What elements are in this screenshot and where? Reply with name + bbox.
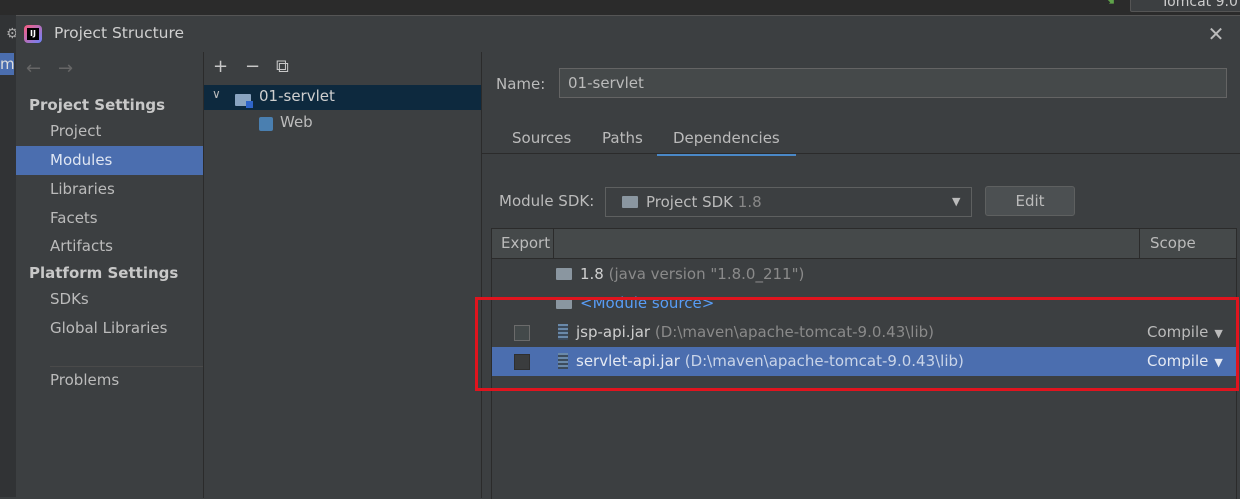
tree-node-web-facet[interactable]: Web — [204, 111, 481, 136]
project-structure-dialog: IJ Project Structure ✕ ← → Project Setti… — [16, 15, 1240, 499]
module-name-field[interactable]: 01-servlet — [559, 68, 1227, 98]
nav-item-modules[interactable]: Modules — [16, 146, 203, 175]
dropdown-caret-icon: ▼ — [1214, 327, 1223, 340]
module-sdk-label: Module SDK: — [499, 192, 595, 210]
nav-item-sdks[interactable]: SDKs — [16, 285, 203, 314]
dependencies-table: Export Scope 1.8 (java version "1.8.0_21… — [491, 228, 1237, 499]
dependency-name: 1.8 — [580, 265, 604, 283]
settings-nav: ← → Project Settings Project Modules Lib… — [16, 52, 204, 498]
copy-icon[interactable]: ⧉ — [276, 56, 289, 77]
module-folder-icon — [235, 94, 253, 108]
dependency-name: servlet-api.jar — [576, 352, 680, 370]
back-arrow-icon[interactable]: ← — [26, 58, 41, 79]
remove-icon[interactable]: − — [245, 56, 260, 77]
module-sdk-select[interactable]: Project SDK 1.8 ▼ — [605, 187, 972, 217]
table-row-selected[interactable]: servlet-api.jar (D:\maven\apache-tomcat-… — [492, 347, 1236, 376]
nav-item-problems[interactable]: Problems — [16, 366, 203, 395]
nav-section-platform-settings: Platform Settings — [29, 264, 179, 282]
name-label: Name: — [496, 75, 546, 93]
module-details-panel: Name: 01-servlet Sources Paths Dependenc… — [482, 52, 1240, 499]
run-config-selector[interactable]: Tomcat 9.0 — [1130, 0, 1240, 12]
source-folder-icon — [556, 297, 572, 309]
dependency-detail: (java version "1.8.0_211") — [603, 265, 805, 283]
column-header-export[interactable]: Export — [501, 229, 550, 258]
tab-sources[interactable]: Sources — [496, 123, 587, 153]
module-tree-panel: + − ⧉ ∨ 01-servlet Web — [204, 52, 482, 498]
jdk-folder-icon — [556, 268, 572, 280]
sdk-version: 1.8 — [737, 193, 762, 211]
close-icon[interactable]: ✕ — [1204, 22, 1228, 46]
table-row[interactable]: jsp-api.jar (D:\maven\apache-tomcat-9.0.… — [492, 318, 1236, 347]
edit-sdk-button[interactable]: Edit — [985, 186, 1075, 216]
dependency-name: jsp-api.jar — [576, 323, 651, 341]
intellij-logo-icon: IJ — [24, 25, 42, 43]
web-facet-icon — [259, 117, 273, 131]
nav-item-global-libraries[interactable]: Global Libraries — [16, 314, 203, 343]
tree-node-module[interactable]: ∨ 01-servlet — [204, 85, 481, 110]
tab-divider — [482, 153, 1240, 154]
table-row[interactable]: <Module source> — [492, 289, 1236, 318]
nav-section-project-settings: Project Settings — [29, 96, 166, 114]
tab-dependencies[interactable]: Dependencies — [657, 123, 796, 156]
module-source-link: <Module source> — [580, 294, 715, 312]
nav-item-artifacts[interactable]: Artifacts — [16, 232, 203, 261]
scope-select[interactable]: Compile ▼ — [1147, 347, 1223, 377]
jar-icon — [558, 353, 568, 369]
dialog-title-bar: IJ Project Structure ✕ — [16, 16, 1240, 52]
dropdown-caret-icon: ▼ — [952, 195, 961, 208]
ide-background — [0, 0, 1240, 15]
sdk-folder-icon — [622, 196, 638, 208]
tab-paths[interactable]: Paths — [586, 123, 659, 153]
dependency-detail: (D:\maven\apache-tomcat-9.0.43\lib) — [679, 352, 964, 370]
nav-item-facets[interactable]: Facets — [16, 204, 203, 233]
module-name: 01-servlet — [259, 87, 335, 105]
dependency-detail: (D:\maven\apache-tomcat-9.0.43\lib) — [650, 323, 935, 341]
column-divider — [553, 229, 554, 258]
column-header-scope[interactable]: Scope — [1150, 229, 1196, 258]
table-row[interactable]: 1.8 (java version "1.8.0_211") — [492, 260, 1236, 289]
sdk-value: Project SDK — [646, 193, 733, 211]
add-icon[interactable]: + — [213, 56, 228, 77]
jar-icon — [558, 324, 568, 340]
ide-left-strip — [0, 15, 16, 497]
table-header: Export Scope — [492, 229, 1236, 259]
chevron-down-icon[interactable]: ∨ — [212, 87, 221, 101]
build-hammer-icon[interactable]: ⬊ — [1104, 0, 1116, 8]
dropdown-caret-icon: ▼ — [1214, 356, 1223, 369]
forward-arrow-icon[interactable]: → — [58, 58, 73, 79]
scope-value: Compile — [1147, 352, 1209, 370]
column-divider — [1139, 229, 1140, 258]
export-checkbox[interactable] — [514, 325, 530, 341]
scope-value: Compile — [1147, 323, 1209, 341]
facet-name: Web — [280, 113, 313, 131]
ide-tab-fragment[interactable]: m — [0, 53, 14, 75]
nav-item-project[interactable]: Project — [16, 117, 203, 146]
dialog-title: Project Structure — [54, 24, 185, 42]
scope-select[interactable]: Compile ▼ — [1147, 318, 1223, 348]
nav-item-libraries[interactable]: Libraries — [16, 175, 203, 204]
export-checkbox[interactable] — [514, 354, 530, 370]
